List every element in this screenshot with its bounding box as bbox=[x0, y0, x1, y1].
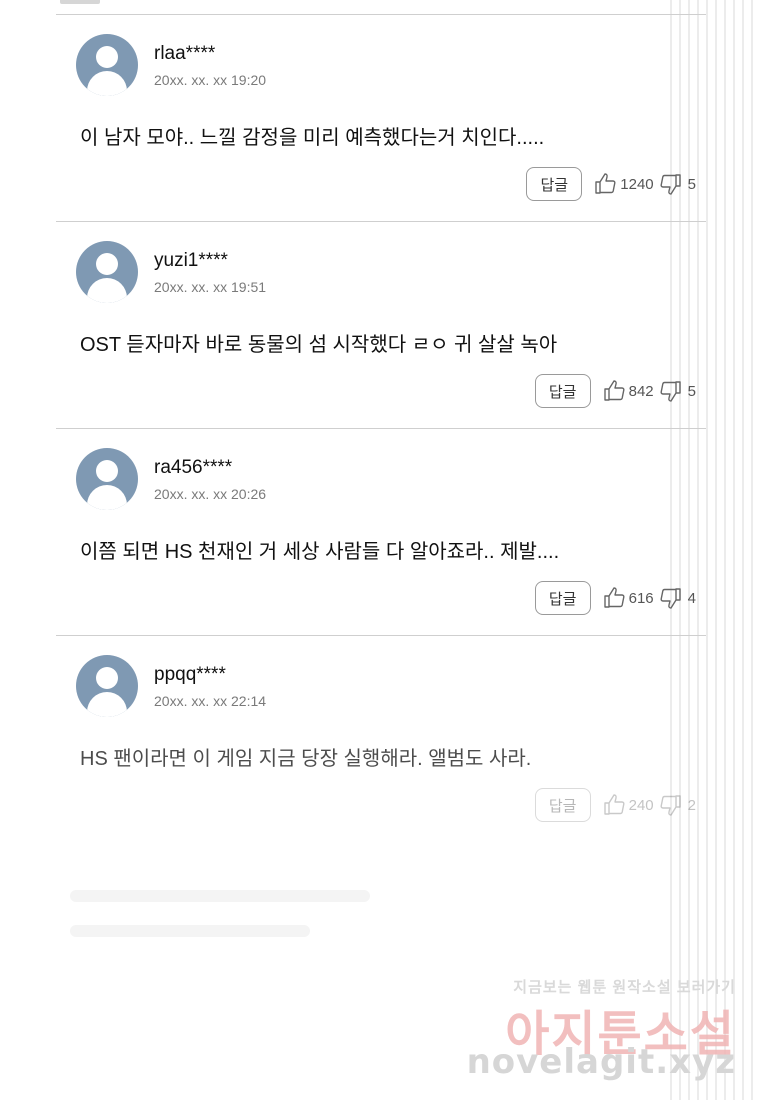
thumbs-up-icon[interactable] bbox=[603, 379, 627, 403]
dislike-count: 4 bbox=[687, 589, 696, 607]
comment-text: 이 남자 모야.. 느낄 감정을 미리 예측했다는거 치인다..... bbox=[80, 127, 545, 149]
comment-username: ppqq**** bbox=[154, 664, 226, 685]
reply-button[interactable]: 답글 bbox=[534, 374, 591, 408]
comment-list: rlaa**** 20xx. xx. xx 19:20 이 남자 모야.. 느낄… bbox=[56, 14, 706, 866]
faded-placeholder-row bbox=[70, 890, 370, 902]
cropped-header-fragment bbox=[60, 0, 100, 4]
comment-actions: 답글 1240 5 bbox=[526, 166, 696, 202]
dislike-count: 2 bbox=[687, 796, 696, 814]
comment-date: 20xx. xx. xx 20:26 bbox=[154, 486, 267, 502]
comment-text: HS 팬이라면 이 게임 지금 당장 실행해라. 앨범도 사라. bbox=[80, 748, 532, 770]
comment-date: 20xx. xx. xx 22:14 bbox=[154, 693, 267, 709]
comment-date: 20xx. xx. xx 19:51 bbox=[154, 279, 267, 295]
dislike-count: 5 bbox=[687, 382, 696, 400]
thumbs-up-icon[interactable] bbox=[594, 172, 618, 196]
comment-item: rlaa**** 20xx. xx. xx 19:20 이 남자 모야.. 느낄… bbox=[56, 14, 706, 221]
reply-button[interactable]: 답글 bbox=[534, 581, 591, 615]
comment-username: yuzi1**** bbox=[154, 250, 228, 271]
reply-button[interactable]: 답글 bbox=[526, 167, 583, 201]
comment-actions: 답글 616 4 bbox=[534, 580, 696, 616]
like-count: 842 bbox=[628, 382, 654, 400]
user-avatar-icon bbox=[76, 241, 138, 303]
watermark-url: novelagit.xyz bbox=[466, 1042, 736, 1082]
comment-item: ra456**** 20xx. xx. xx 20:26 이쯤 되면 HS 천재… bbox=[56, 428, 706, 635]
comment-actions: 답글 240 2 bbox=[534, 787, 696, 823]
thumbs-down-icon[interactable] bbox=[658, 586, 682, 610]
comment-username: ra456**** bbox=[154, 457, 233, 478]
comment-text: 이쯤 되면 HS 천재인 거 세상 사람들 다 알아죠라.. 제발.... bbox=[80, 541, 560, 563]
thumbs-up-icon[interactable] bbox=[603, 793, 627, 817]
like-count: 616 bbox=[628, 589, 654, 607]
faded-placeholder-row bbox=[70, 925, 310, 937]
user-avatar-icon bbox=[76, 448, 138, 510]
comment-actions: 답글 842 5 bbox=[534, 373, 696, 409]
thumbs-down-icon[interactable] bbox=[658, 793, 682, 817]
comment-text: OST 듣자마자 바로 동물의 섬 시작했다 ㄹㅇ 귀 살살 녹아 bbox=[80, 334, 558, 356]
like-count: 1240 bbox=[620, 175, 654, 193]
comment-item: ppqq**** 20xx. xx. xx 22:14 HS 팬이라면 이 게임… bbox=[56, 635, 706, 866]
user-avatar-icon bbox=[76, 34, 138, 96]
thumbs-down-icon[interactable] bbox=[658, 172, 682, 196]
comment-item: yuzi1**** 20xx. xx. xx 19:51 OST 듣자마자 바로… bbox=[56, 221, 706, 428]
comment-date: 20xx. xx. xx 19:20 bbox=[154, 72, 267, 88]
user-avatar-icon bbox=[76, 655, 138, 717]
thumbs-down-icon[interactable] bbox=[658, 379, 682, 403]
comment-username: rlaa**** bbox=[154, 43, 216, 64]
thumbs-up-icon[interactable] bbox=[603, 586, 627, 610]
like-count: 240 bbox=[628, 796, 654, 814]
reply-button[interactable]: 답글 bbox=[534, 788, 591, 822]
dislike-count: 5 bbox=[687, 175, 696, 193]
